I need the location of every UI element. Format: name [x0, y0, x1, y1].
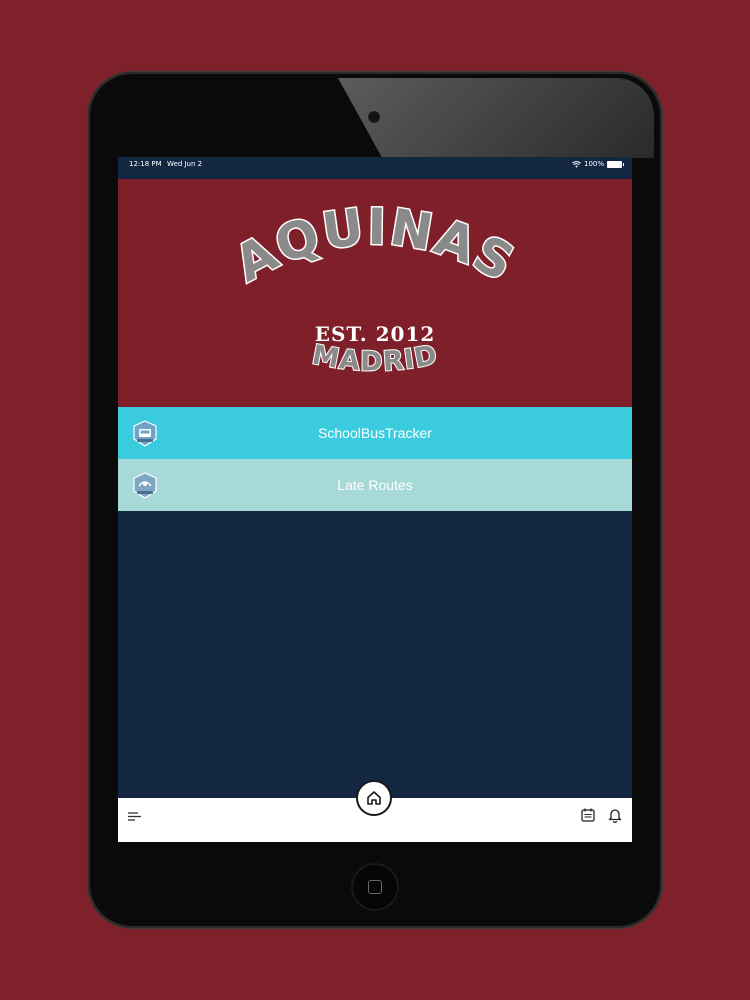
- menu-item-label: SchoolBusTracker: [318, 425, 432, 441]
- home-button[interactable]: [356, 780, 392, 816]
- menu-lines-icon[interactable]: [126, 808, 144, 826]
- school-name: AQUINAS: [225, 198, 524, 294]
- menu-item-label: Late Routes: [337, 477, 413, 493]
- established-year: EST. 2012: [315, 322, 436, 346]
- school-logo: AQUINAS EST. 2012 MADRID: [224, 196, 524, 379]
- menu-item-late-routes[interactable]: Late Routes: [118, 459, 632, 511]
- hardware-home-button[interactable]: [353, 865, 397, 909]
- route-badge-icon: [133, 472, 157, 499]
- wifi-icon: [572, 160, 581, 168]
- menu-item-schoolbustracker[interactable]: SchoolBusTracker: [118, 407, 632, 459]
- home-icon: [367, 791, 381, 805]
- app-screen: 12:18 PM Wed Jun 2 100% AQUINAS EST. 201…: [118, 157, 632, 842]
- status-bar: 12:18 PM Wed Jun 2 100%: [118, 157, 632, 179]
- home-square-icon: [368, 880, 382, 894]
- calendar-icon[interactable]: [580, 807, 596, 823]
- battery-percent: 100%: [583, 160, 604, 168]
- bus-badge-icon: [133, 420, 157, 447]
- status-date: Wed Jun 2: [167, 160, 203, 168]
- screen-glare: [338, 78, 654, 158]
- camera-icon: [369, 112, 379, 122]
- battery-icon: [607, 160, 624, 168]
- bell-icon[interactable]: [607, 807, 623, 823]
- status-right: 100%: [572, 160, 624, 168]
- status-time: 12:18 PM: [129, 160, 162, 168]
- school-banner: AQUINAS EST. 2012 MADRID: [118, 179, 632, 407]
